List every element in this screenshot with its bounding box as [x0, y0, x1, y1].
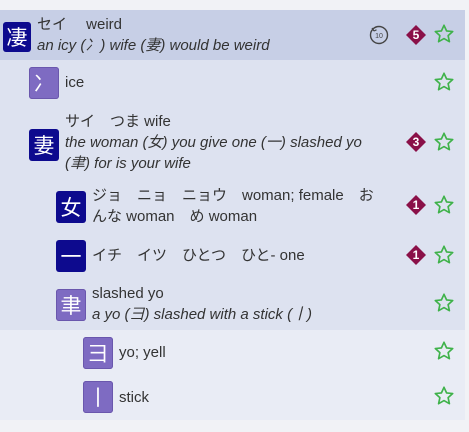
frequency-value: 1	[412, 248, 420, 262]
kanji-tile[interactable]: 一	[56, 240, 86, 272]
frequency-badge: 3	[405, 131, 427, 153]
kanji-tile[interactable]: 冫	[29, 67, 59, 99]
kanji-breakdown-panel: 凄 セイ weird an icy (冫) wife (妻) would be …	[0, 0, 465, 432]
mnemonic-line-2: (聿) for is your wife	[65, 155, 191, 172]
star-icon[interactable]	[433, 131, 455, 153]
meaning: slashed yo	[92, 285, 164, 302]
entry-text: イチ イツ ひとつ ひと- one	[92, 245, 305, 266]
meaning: ice	[65, 74, 85, 91]
readings-line-2: んな woman め woman	[92, 208, 258, 225]
star-icon[interactable]	[433, 194, 455, 216]
star-icon[interactable]	[433, 71, 455, 93]
entry-text: セイ weird an icy (冫) wife (妻) would be we…	[37, 14, 270, 56]
entry-text: yo; yell	[119, 342, 166, 363]
entry-row-one: 一 イチ イツ ひとつ ひと- one 1	[0, 232, 465, 280]
kanji-tile[interactable]: 聿	[56, 289, 86, 321]
frequency-badge: 1	[405, 244, 427, 266]
entry-row-stick: 丨 stick	[0, 374, 465, 420]
entry-row-woman: 女 ジョ ニョ ニョウ woman; female お んな woman め w…	[0, 180, 465, 232]
entry-row-sai: 妻 サイ つま wife the woman (女) you give one …	[0, 104, 465, 180]
frequency-badge: 5	[405, 24, 427, 46]
readings: サイ つま wife	[65, 113, 171, 130]
kanji-tile[interactable]: 凄	[3, 22, 31, 52]
entry-row-slashed-yo: 聿 slashed yo a yo (彐) slashed with a sti…	[0, 280, 465, 330]
star-icon[interactable]	[433, 23, 455, 45]
entry-text: slashed yo a yo (彐) slashed with a stick…	[92, 283, 312, 325]
entry-row-yo: 彐 yo; yell	[0, 330, 465, 374]
kanji-tile[interactable]: 彐	[83, 337, 113, 369]
entry-text: ジョ ニョ ニョウ woman; female お んな woman め wom…	[92, 185, 374, 227]
star-icon[interactable]	[433, 244, 455, 266]
entry-text: ice	[65, 72, 84, 93]
kanji-tile[interactable]: 女	[56, 191, 86, 223]
meaning: yo; yell	[119, 344, 166, 361]
readings-line-1: イチ イツ ひとつ ひと- one	[92, 247, 305, 264]
entry-row-ice: 冫 ice	[0, 60, 465, 104]
kanji-tile[interactable]: 丨	[83, 381, 113, 413]
mnemonic: a yo (彐) slashed with a stick (丨)	[92, 306, 313, 323]
star-icon[interactable]	[433, 292, 455, 314]
svg-text:10: 10	[375, 33, 383, 40]
mnemonic: an icy (冫) wife (妻) would be weird	[37, 37, 270, 54]
clock-rewind-icon[interactable]: 10	[368, 24, 390, 46]
kanji-tile[interactable]: 妻	[29, 129, 59, 161]
readings: セイ weird	[37, 16, 123, 33]
entry-text: stick	[119, 387, 149, 408]
frequency-badge: 1	[405, 194, 427, 216]
readings-line-1: ジョ ニョ ニョウ woman; female お	[92, 187, 374, 204]
star-icon[interactable]	[433, 340, 455, 362]
mnemonic-line-1: the woman (女) you give one (一) slashed y…	[65, 134, 362, 151]
frequency-value: 1	[412, 198, 420, 212]
frequency-value: 5	[412, 28, 420, 42]
star-icon[interactable]	[433, 385, 455, 407]
meaning: stick	[119, 389, 149, 406]
entry-text: サイ つま wife the woman (女) you give one (一…	[65, 111, 362, 174]
frequency-value: 3	[412, 135, 420, 149]
entry-row-sei: 凄 セイ weird an icy (冫) wife (妻) would be …	[0, 10, 465, 60]
